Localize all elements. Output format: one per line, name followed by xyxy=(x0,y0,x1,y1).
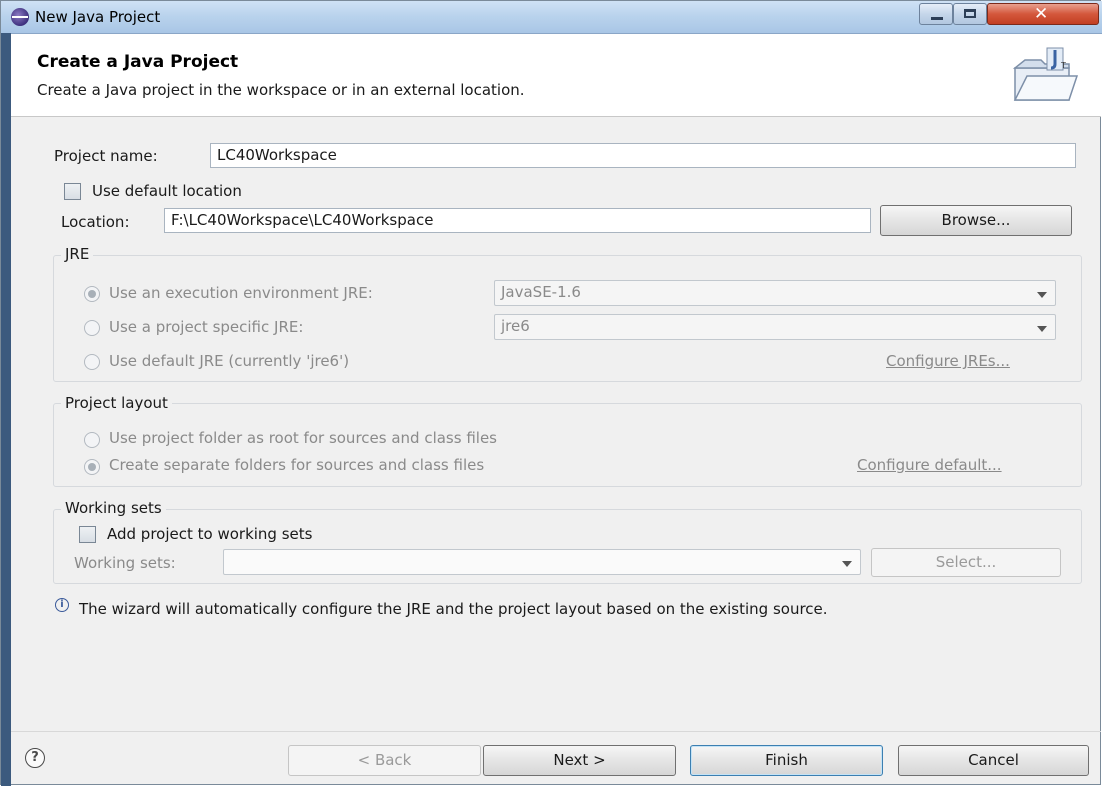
project-specific-jre-value: jre6 xyxy=(501,317,530,335)
wizard-title: Create a Java Project xyxy=(37,52,239,72)
configure-default-link[interactable]: Configure default... xyxy=(857,456,1002,474)
working-sets-group-title: Working sets xyxy=(61,499,166,517)
working-sets-label: Working sets: xyxy=(74,554,176,572)
new-java-project-wizard-icon: T xyxy=(1012,47,1079,101)
next-button[interactable]: Next > xyxy=(483,745,676,776)
footer-divider xyxy=(11,731,1101,732)
project-name-input[interactable]: LC40Workspace xyxy=(210,143,1076,168)
wizard-description: Create a Java project in the workspace o… xyxy=(37,81,525,99)
jre-group-title: JRE xyxy=(61,245,94,263)
eclipse-icon xyxy=(11,8,29,26)
select-working-sets-button[interactable]: Select... xyxy=(871,548,1061,577)
exec-env-label: Use an execution environment JRE: xyxy=(109,284,373,302)
title-bar: New Java Project ✕ xyxy=(1,1,1102,34)
close-button[interactable]: ✕ xyxy=(987,3,1099,25)
project-specific-jre-radio[interactable] xyxy=(84,320,100,336)
cancel-button[interactable]: Cancel xyxy=(898,745,1089,776)
location-label: Location: xyxy=(61,213,130,231)
use-default-location-label: Use default location xyxy=(92,182,242,200)
info-message: The wizard will automatically configure … xyxy=(79,600,828,618)
minimize-icon xyxy=(931,17,943,20)
window-title: New Java Project xyxy=(35,8,161,26)
info-icon: i xyxy=(55,598,69,612)
chevron-down-icon xyxy=(1037,326,1047,332)
close-icon: ✕ xyxy=(1034,4,1049,24)
project-specific-jre-label: Use a project specific JRE: xyxy=(109,318,304,336)
maximize-icon xyxy=(964,9,976,18)
configure-jres-link[interactable]: Configure JREs... xyxy=(886,352,1010,370)
maximize-button[interactable] xyxy=(953,3,987,25)
browse-button[interactable]: Browse... xyxy=(880,205,1072,236)
project-layout-group-title: Project layout xyxy=(61,394,172,412)
exec-env-combo[interactable]: JavaSE-1.6 xyxy=(494,280,1056,306)
project-name-label: Project name: xyxy=(54,147,158,165)
project-specific-jre-combo[interactable]: jre6 xyxy=(494,314,1056,340)
finish-button[interactable]: Finish xyxy=(690,745,883,776)
chevron-down-icon xyxy=(842,561,852,567)
svg-text:T: T xyxy=(1060,61,1066,70)
default-jre-radio[interactable] xyxy=(84,354,100,370)
project-root-label: Use project folder as root for sources a… xyxy=(109,429,497,447)
chevron-down-icon xyxy=(1037,292,1047,298)
default-jre-label: Use default JRE (currently 'jre6') xyxy=(109,352,350,370)
use-default-location-checkbox[interactable] xyxy=(64,183,81,200)
project-root-radio[interactable] xyxy=(84,432,100,448)
wizard-banner: Create a Java Project Create a Java proj… xyxy=(11,34,1101,117)
add-to-working-sets-checkbox[interactable] xyxy=(79,526,96,543)
separate-folders-label: Create separate folders for sources and … xyxy=(109,456,485,474)
separate-folders-radio[interactable] xyxy=(84,459,100,475)
working-sets-combo[interactable] xyxy=(223,549,861,575)
window-border xyxy=(1,33,11,786)
location-input[interactable]: F:\LC40Workspace\LC40Workspace xyxy=(164,208,871,233)
add-to-working-sets-label: Add project to working sets xyxy=(107,525,313,543)
help-icon[interactable]: ? xyxy=(25,748,45,768)
exec-env-radio[interactable] xyxy=(84,286,100,302)
exec-env-value: JavaSE-1.6 xyxy=(501,283,581,301)
new-java-project-dialog: New Java Project ✕ Create a Java Project… xyxy=(0,0,1102,786)
minimize-button[interactable] xyxy=(919,3,953,25)
back-button[interactable]: < Back xyxy=(288,745,481,776)
